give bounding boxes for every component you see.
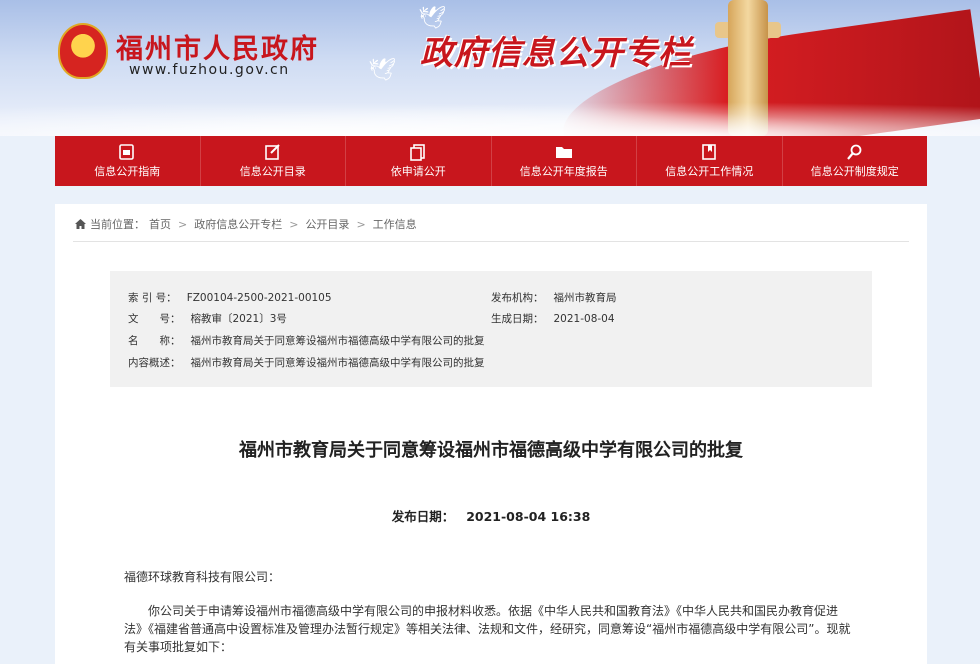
meta-created-label: 生成日期：	[491, 313, 544, 325]
meta-index-row: 索 引 号： FZ00104-2500-2021-00105	[128, 290, 332, 305]
guide-icon	[119, 144, 135, 160]
cloud-decoration	[0, 96, 980, 136]
breadcrumb: 当前位置： 首页 > 政府信息公开专栏 > 公开目录 > 工作信息	[75, 216, 417, 232]
report-icon	[702, 144, 717, 160]
meta-created-value: 2021-08-04	[553, 313, 615, 325]
site-title[interactable]: 福州市人民政府	[116, 27, 319, 66]
header-banner: 🕊 🕊 福州市人民政府 www.fuzhou.gov.cn 政府信息公开专栏	[0, 0, 980, 136]
nav-item-catalog[interactable]: 信息公开目录	[201, 136, 346, 186]
meta-index-label: 索 引 号：	[128, 292, 177, 304]
breadcrumb-work-info[interactable]: 工作信息	[373, 216, 417, 232]
nav-item-annual-report[interactable]: 信息公开年度报告	[492, 136, 637, 186]
meta-issuer-row: 发布机构： 福州市教育局	[491, 290, 617, 305]
nav-item-label: 信息公开目录	[239, 165, 306, 178]
meta-docno-value: 榕教审〔2021〕3号	[190, 313, 287, 325]
publish-date-label: 发布日期：	[391, 509, 455, 524]
breadcrumb-catalog[interactable]: 公开目录	[305, 216, 349, 232]
content-card: 当前位置： 首页 > 政府信息公开专栏 > 公开目录 > 工作信息 索 引 号：…	[55, 204, 927, 664]
nav-item-apply[interactable]: 依申请公开	[346, 136, 492, 186]
meta-summary-label: 内容概述：	[128, 357, 181, 369]
chevron-right-icon: >	[178, 217, 188, 231]
article-addressee: 福德环球教育科技有限公司：	[124, 570, 281, 584]
nav-item-regulations[interactable]: 信息公开制度规定	[783, 136, 928, 186]
nav-item-guide[interactable]: 信息公开指南	[55, 136, 201, 186]
article-body: 福德环球教育科技有限公司： 你公司关于申请筹设福州市福德高级中学有限公司的申报材…	[124, 568, 854, 656]
divider	[73, 241, 909, 242]
nav-item-label: 信息公开工作情况	[665, 165, 754, 178]
search-icon	[846, 144, 862, 160]
meta-issuer-value: 福州市教育局	[553, 292, 617, 304]
publish-date-value: 2021-08-04 16:38	[466, 509, 591, 524]
nav-item-label: 信息公开指南	[94, 165, 161, 178]
column-title: 政府信息公开专栏	[420, 33, 692, 72]
nav-item-label: 信息公开年度报告	[519, 165, 608, 178]
catalog-icon	[264, 144, 280, 160]
nav-item-label: 依申请公开	[390, 165, 446, 178]
breadcrumb-prefix: 当前位置：	[90, 218, 145, 231]
meta-name-value: 福州市教育局关于同意筹设福州市福德高级中学有限公司的批复	[190, 335, 485, 347]
meta-issuer-label: 发布机构：	[491, 292, 544, 304]
nav-item-work-status[interactable]: 信息公开工作情况	[637, 136, 783, 186]
meta-summary-value: 福州市教育局关于同意筹设福州市福德高级中学有限公司的批复	[190, 357, 485, 369]
breadcrumb-info-column[interactable]: 政府信息公开专栏	[194, 216, 282, 232]
home-icon	[75, 219, 86, 229]
nav-item-label: 信息公开制度规定	[810, 165, 899, 178]
article-paragraph: 你公司关于申请筹设福州市福德高级中学有限公司的申报材料收悉。依据《中华人民共和国…	[124, 604, 851, 654]
main-nav: 信息公开指南 信息公开目录 依申请公开 信息公开年度报告 信息公开工作情况 信息…	[55, 136, 927, 186]
meta-created-row: 生成日期： 2021-08-04	[491, 311, 615, 326]
chevron-right-icon: >	[356, 217, 366, 231]
meta-name-row: 名 称： 福州市教育局关于同意筹设福州市福德高级中学有限公司的批复	[128, 333, 485, 348]
meta-docno-row: 文 号： 榕教审〔2021〕3号	[128, 311, 287, 326]
meta-summary-row: 内容概述： 福州市教育局关于同意筹设福州市福德高级中学有限公司的批复	[128, 355, 485, 370]
folder-icon	[555, 147, 572, 158]
national-emblem-icon[interactable]	[58, 23, 108, 79]
site-url[interactable]: www.fuzhou.gov.cn	[129, 62, 290, 78]
publish-date: 发布日期： 2021-08-04 16:38	[55, 506, 927, 525]
meta-docno-label: 文 号：	[128, 313, 181, 325]
meta-name-label: 名 称：	[128, 335, 181, 347]
document-icon	[410, 144, 426, 161]
chevron-right-icon: >	[289, 217, 299, 231]
metadata-table: 索 引 号： FZ00104-2500-2021-00105 发布机构： 福州市教育…	[110, 271, 872, 387]
dove-icon: 🕊	[368, 58, 396, 83]
breadcrumb-home[interactable]: 首页	[149, 216, 171, 232]
meta-index-value: FZ00104-2500-2021-00105	[186, 292, 332, 304]
article-title: 福州市教育局关于同意筹设福州市福德高级中学有限公司的批复	[239, 440, 743, 461]
